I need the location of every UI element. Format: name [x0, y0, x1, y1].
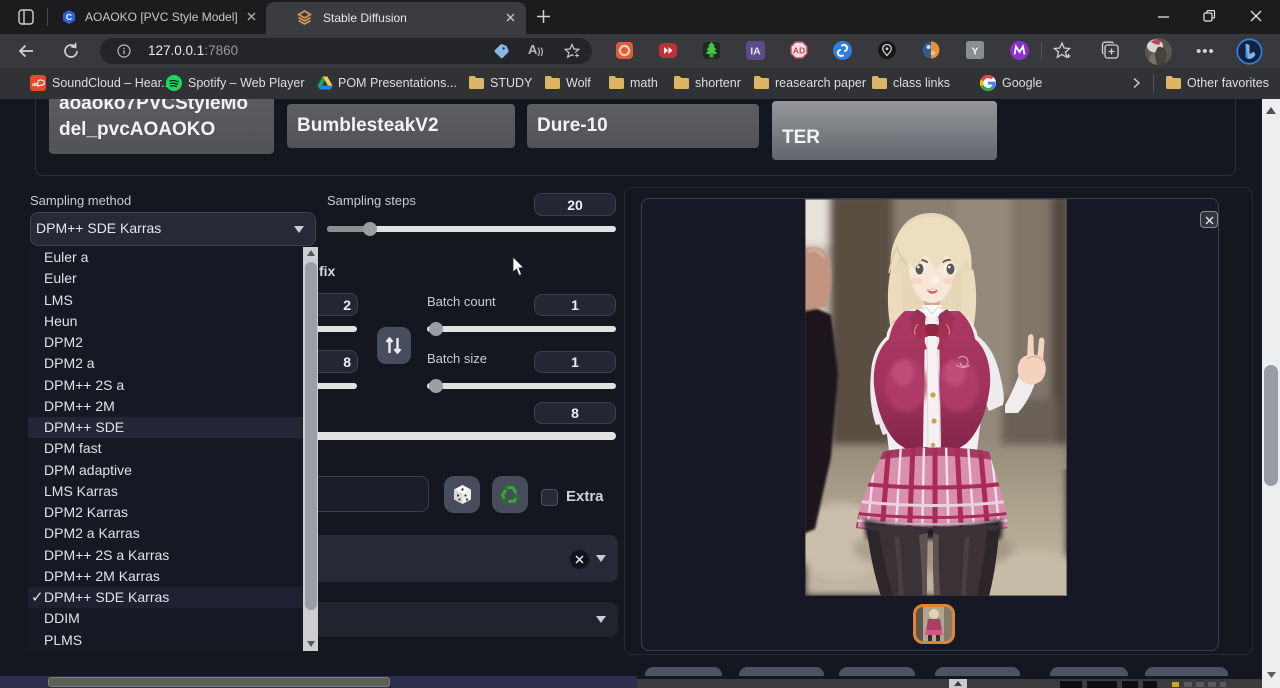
svg-text:Y: Y	[971, 45, 978, 57]
svg-text:AD: AD	[793, 46, 805, 56]
svg-text:IA: IA	[750, 46, 761, 58]
svg-text:C: C	[66, 12, 72, 22]
